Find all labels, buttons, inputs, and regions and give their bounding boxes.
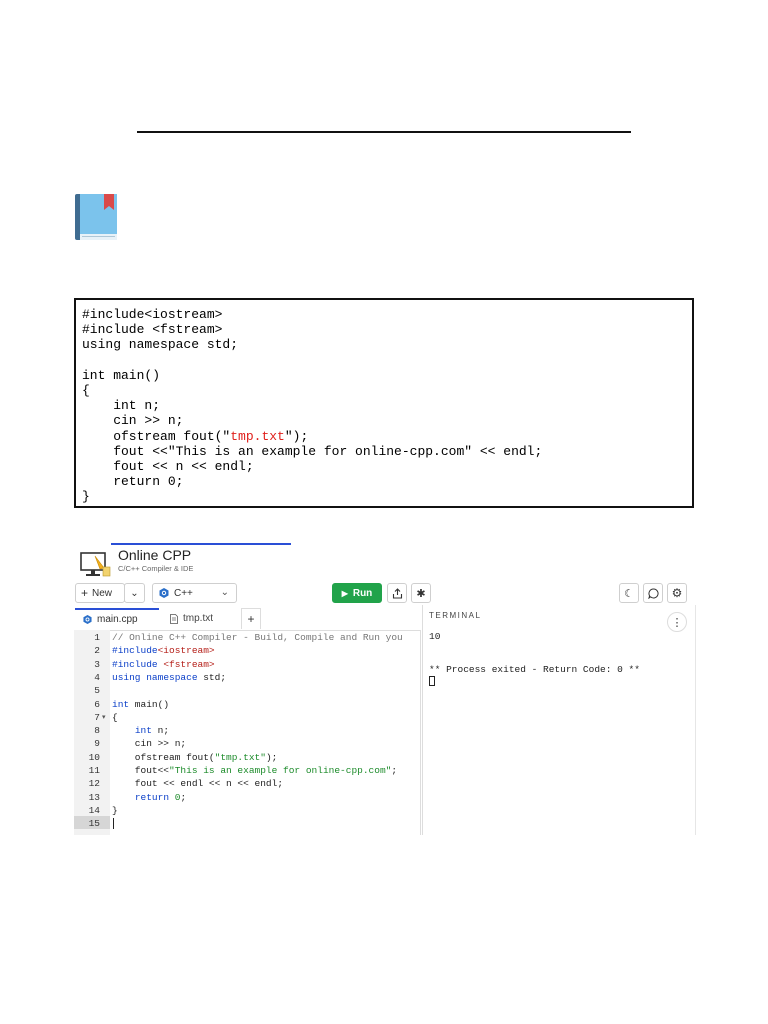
chevron-down-icon: ⌄ — [130, 587, 139, 599]
brand-subtitle: C/C++ Compiler & IDE — [118, 564, 194, 573]
share-icon — [392, 587, 402, 599]
terminal-scrollbar[interactable] — [695, 605, 696, 835]
editor-line: fout << endl << n << endl; — [112, 778, 284, 790]
line-number-gutter: 1 2 3 4 5 6 7 ▾ 8 9 10 11 12 13 14 15 — [74, 630, 110, 835]
text-file-icon — [170, 613, 178, 624]
language-select[interactable]: C++ ⌄ — [152, 583, 237, 603]
chevron-down-icon: ⌄ — [220, 587, 229, 598]
more-vertical-icon[interactable]: ⋮ — [667, 612, 687, 632]
cpp-logo-icon — [159, 588, 169, 598]
editor-line: } — [112, 804, 118, 816]
code-listing: #include<iostream> #include <fstream> us… — [82, 307, 543, 505]
fold-arrow-icon[interactable]: ▾ — [102, 713, 106, 721]
editor-line: #include<iostream> — [112, 645, 215, 657]
terminal-title: TERMINAL — [429, 611, 482, 620]
chat-icon — [647, 587, 659, 599]
editor-line: int n; — [134, 725, 170, 737]
editor-tabs: main.cpp tmp.txt + — [74, 608, 420, 631]
new-dropdown-button[interactable]: ⌄ — [124, 583, 145, 603]
cpp-file-icon — [83, 615, 92, 624]
editor-line: fout<<"This is an example for online-cpp… — [112, 765, 398, 776]
horizontal-rule — [137, 131, 631, 133]
terminal-output-exit: ** Process exited - Return Code: 0 ** — [429, 664, 640, 675]
play-icon: ▶ — [341, 588, 348, 598]
tab-main-cpp[interactable]: main.cpp — [75, 608, 159, 629]
terminal-output-input: 10 — [429, 631, 441, 642]
toolbar: + New ⌄ C++ ⌄ ▶ Run ✱ ☾ ⚙ — [74, 583, 696, 605]
editor-line: ofstream fout("tmp.txt"); — [112, 751, 278, 763]
moon-icon: ☾ — [624, 587, 634, 600]
monitor-logo-icon — [80, 552, 111, 577]
code-listing-box: #include<iostream> #include <fstream> us… — [74, 298, 694, 508]
tab-tmp-txt[interactable]: tmp.txt — [162, 608, 240, 629]
editor-line: return 0; — [134, 791, 187, 803]
text-cursor — [113, 818, 114, 829]
editor-line: #include <fstream> — [112, 658, 215, 670]
code-editor[interactable]: 1 2 3 4 5 6 7 ▾ 8 9 10 11 12 13 14 15 //… — [74, 630, 421, 835]
editor-line: int main() — [112, 698, 170, 710]
terminal-panel: TERMINAL ⋮ 10 ** Process exited - Return… — [422, 605, 696, 835]
editor-line: cin >> n; — [112, 738, 187, 750]
settings-button[interactable]: ⚙ — [667, 583, 687, 603]
gear-icon: ⚙ — [671, 586, 683, 600]
run-button[interactable]: ▶ Run — [332, 583, 382, 603]
plugin-button[interactable]: ✱ — [411, 583, 431, 603]
book-icon — [75, 194, 117, 240]
chat-button[interactable] — [643, 583, 663, 603]
terminal-cursor[interactable] — [429, 676, 435, 686]
theme-toggle-button[interactable]: ☾ — [619, 583, 639, 603]
editor-line: // Online C++ Compiler - Build, Compile … — [112, 632, 403, 643]
editor-line: using namespace std; — [112, 671, 227, 683]
share-button[interactable] — [387, 583, 407, 603]
progress-line — [111, 543, 291, 545]
editor-line: { — [112, 711, 118, 723]
plus-icon: + — [81, 586, 89, 600]
puzzle-icon: ✱ — [416, 587, 426, 600]
add-tab-button[interactable]: + — [241, 608, 261, 629]
code-line-ofstream: ofstream fout("tmp.txt"); — [82, 428, 309, 444]
brand-title: Online CPP — [118, 547, 192, 563]
new-button[interactable]: + New — [75, 583, 125, 603]
ide-screenshot: Online CPP C/C++ Compiler & IDE + New ⌄ … — [74, 543, 696, 835]
